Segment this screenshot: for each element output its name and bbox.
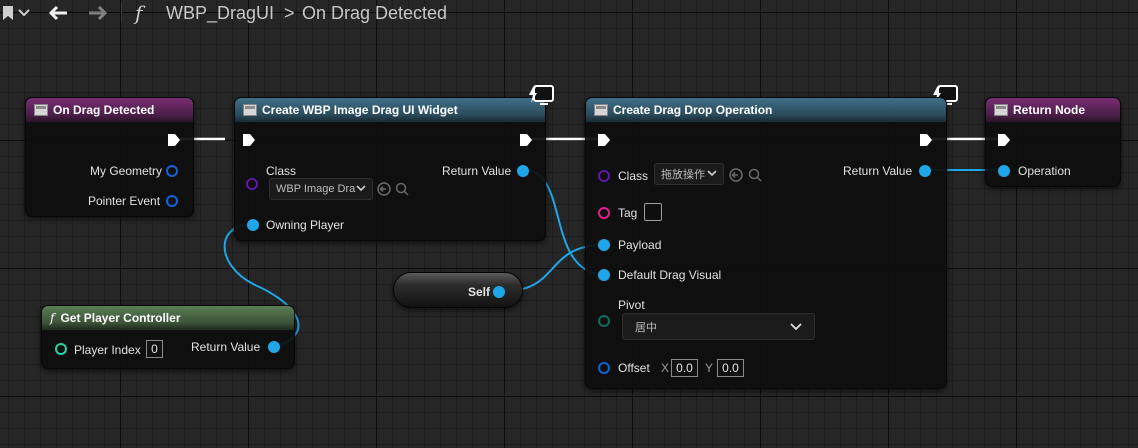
pin-label: Pivot	[618, 298, 645, 312]
browse-icon[interactable]	[377, 182, 391, 196]
player-index-input[interactable]: 0	[146, 340, 163, 358]
browse-icon[interactable]	[729, 168, 743, 182]
back-arrow-icon[interactable]	[48, 0, 68, 26]
latent-monitor-icon	[528, 85, 554, 107]
default-drag-visual-pin[interactable]	[598, 269, 610, 281]
owning-player-pin[interactable]	[247, 219, 259, 231]
pointer-event-pin[interactable]	[166, 195, 178, 207]
offset-x-input[interactable]: 0.0	[671, 359, 698, 377]
breadcrumb-graph-name[interactable]: WBP_DragUI	[166, 0, 274, 26]
function-icon	[34, 104, 48, 116]
toolbar-divider	[121, 3, 122, 23]
exec-out-pin[interactable]	[168, 134, 180, 146]
node-title: Return Node	[1013, 103, 1085, 117]
graph-wires	[180, 137, 1003, 347]
chevron-down-icon	[707, 170, 717, 177]
function-icon: f	[50, 311, 55, 325]
class-combo[interactable]: WBP Image Dra	[269, 178, 373, 200]
node-title: Create Drag Drop Operation	[613, 103, 773, 117]
class-pin[interactable]	[246, 178, 258, 190]
return-value-pin[interactable]	[268, 341, 280, 353]
pin-label: Payload	[618, 238, 662, 252]
exec-in-pin[interactable]	[243, 134, 255, 146]
return-value-pin[interactable]	[517, 165, 529, 177]
pin-label: Operation	[1018, 164, 1071, 178]
pin-label: Default Drag Visual	[618, 268, 722, 282]
breadcrumb-bar: f WBP_DragUI > On Drag Detected	[0, 0, 1138, 26]
exec-out-pin[interactable]	[920, 134, 932, 146]
pin-label: Return Value	[442, 164, 512, 178]
node-get-player-controller[interactable]: f Get Player Controller Player Index 0 Re…	[41, 305, 295, 369]
return-value-pin[interactable]	[919, 165, 931, 177]
node-title: On Drag Detected	[53, 103, 155, 117]
chevron-down-icon[interactable]	[18, 0, 30, 26]
pin-label: Class	[266, 164, 297, 178]
offset-pin[interactable]	[598, 362, 610, 374]
chevron-down-icon	[356, 185, 366, 192]
function-icon	[594, 104, 608, 116]
my-geometry-pin[interactable]	[166, 165, 178, 177]
search-icon[interactable]	[395, 182, 409, 196]
node-title: Get Player Controller	[60, 311, 181, 325]
exec-out-pin[interactable]	[520, 134, 532, 146]
pin-label: My Geometry	[90, 164, 163, 178]
function-icon: f	[135, 1, 143, 25]
chevron-down-icon	[790, 323, 802, 331]
exec-in-pin[interactable]	[998, 134, 1010, 146]
pivot-pin[interactable]	[598, 315, 610, 327]
breadcrumb-function-name[interactable]: On Drag Detected	[302, 0, 447, 26]
breadcrumb-separator: >	[284, 2, 295, 23]
tag-input[interactable]	[644, 203, 662, 221]
pin-label: Return Value	[843, 164, 913, 178]
player-index-pin[interactable]	[55, 343, 67, 355]
node-self[interactable]: Self	[393, 272, 523, 308]
exec-in-pin[interactable]	[598, 134, 610, 146]
pin-label: Class	[618, 169, 649, 183]
class-pin[interactable]	[598, 170, 610, 182]
class-combo-value: 拖放操作	[661, 169, 705, 181]
pin-label: Owning Player	[266, 218, 345, 232]
self-pin[interactable]	[493, 286, 505, 298]
forward-arrow-icon[interactable]	[88, 0, 108, 26]
self-label: Self	[468, 285, 491, 299]
offset-y-label: Y	[705, 361, 714, 375]
payload-pin[interactable]	[598, 239, 610, 251]
pin-label: Pointer Event	[88, 194, 161, 208]
node-on-drag-detected[interactable]: On Drag Detected My Geometry Pointer Eve…	[25, 97, 194, 217]
node-return[interactable]: Return Node Operation	[985, 97, 1121, 187]
pin-label: Tag	[618, 206, 638, 220]
bookmark-icon[interactable]	[2, 0, 16, 26]
node-create-drag-drop[interactable]: Create Drag Drop Operation Class 拖放操作 Ta…	[585, 97, 947, 389]
tag-pin[interactable]	[598, 207, 610, 219]
pin-label: Return Value	[191, 340, 261, 354]
operation-pin[interactable]	[998, 165, 1010, 177]
search-icon[interactable]	[748, 168, 762, 182]
pin-label: Player Index	[74, 343, 141, 357]
node-create-widget[interactable]: Create WBP Image Drag UI Widget Class WB…	[234, 97, 546, 241]
function-icon	[243, 104, 257, 116]
pivot-combo[interactable]: 居中	[622, 313, 815, 340]
class-combo[interactable]: 拖放操作	[654, 163, 724, 185]
offset-x-label: X	[661, 361, 670, 375]
pin-label: Offset	[618, 361, 650, 375]
offset-y-input[interactable]: 0.0	[717, 359, 744, 377]
class-combo-value: WBP Image Dra	[276, 183, 356, 195]
pivot-combo-value: 居中	[635, 321, 657, 334]
node-title: Create WBP Image Drag UI Widget	[262, 103, 458, 117]
function-icon	[994, 104, 1008, 116]
